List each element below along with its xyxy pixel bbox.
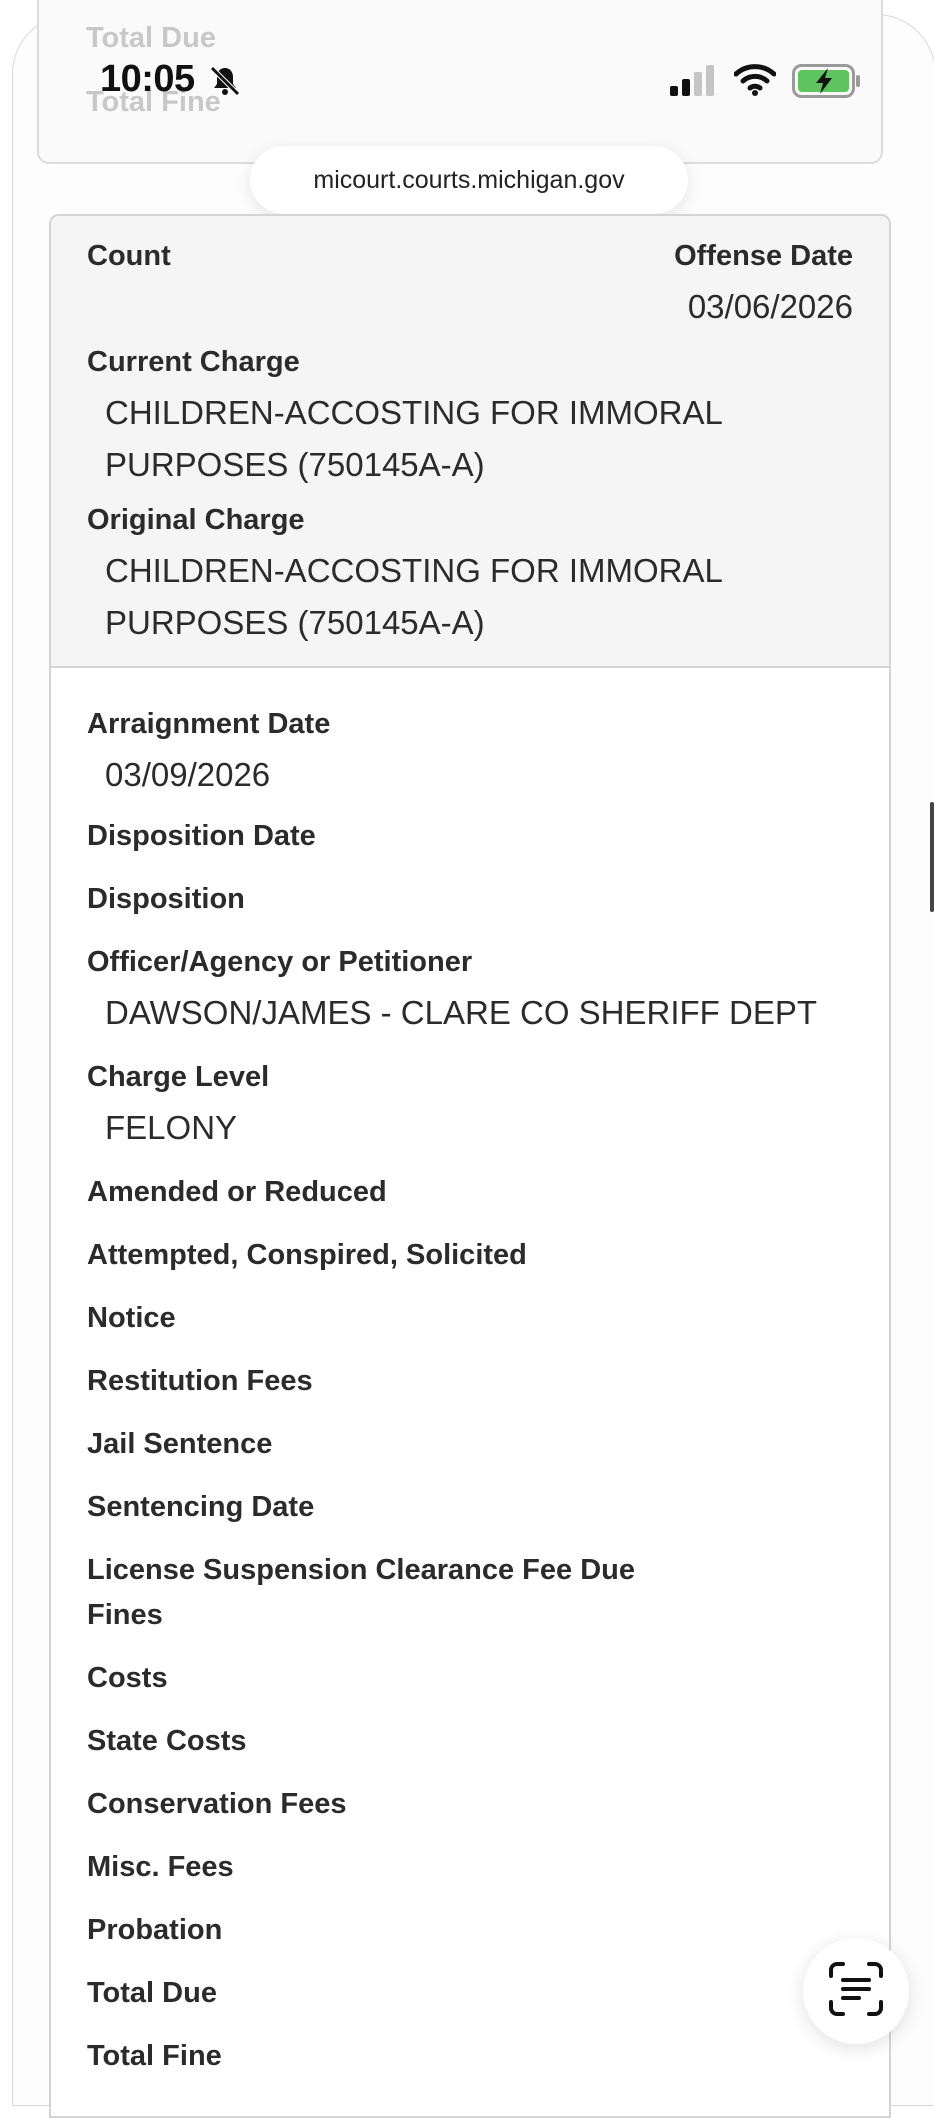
offense-date-label: Offense Date: [674, 240, 853, 272]
count-label: Count: [87, 240, 171, 272]
text-scan-icon: [827, 1960, 885, 2023]
total-due-label: Total Due: [87, 1977, 217, 2009]
current-charge-label: Current Charge: [87, 346, 300, 378]
charge-level-value: FELONY: [105, 1109, 238, 1146]
signal-icon: [668, 64, 716, 101]
license-fee-label: License Suspension Clearance Fee Due: [87, 1554, 635, 1586]
restitution-label: Restitution Fees: [87, 1365, 313, 1397]
wifi-icon: [733, 62, 777, 101]
current-charge-line2: PURPOSES (750145A-A): [105, 446, 485, 483]
original-charge-label: Original Charge: [87, 504, 305, 536]
disposition-label: Disposition: [87, 883, 245, 915]
total-fine-label: Total Fine: [87, 2040, 222, 2072]
disposition-date-label: Disposition Date: [87, 820, 316, 852]
status-time: 10:05: [100, 58, 195, 100]
officer-value: DAWSON/JAMES - CLARE CO SHERIFF DEPT: [105, 994, 818, 1031]
battery-charging-icon: [792, 64, 862, 103]
status-bar: 10:05: [0, 0, 934, 130]
charge-card: Count Offense Date 03/06/2026 Current Ch…: [49, 214, 891, 2118]
offense-date-value: 03/06/2026: [687, 288, 853, 325]
attempted-label: Attempted, Conspired, Solicited: [87, 1239, 527, 1271]
live-text-scan-button[interactable]: [803, 1938, 909, 2044]
original-charge-line2: PURPOSES (750145A-A): [105, 604, 485, 641]
officer-label: Officer/Agency or Petitioner: [87, 946, 473, 978]
state-costs-label: State Costs: [87, 1725, 247, 1757]
scrollbar[interactable]: [930, 802, 934, 912]
arraignment-date-label: Arraignment Date: [87, 708, 331, 740]
jail-sentence-label: Jail Sentence: [87, 1428, 273, 1460]
url-text[interactable]: micourt.courts.michigan.gov: [313, 166, 624, 195]
notice-label: Notice: [87, 1302, 176, 1334]
charge-header: Count Offense Date 03/06/2026 Current Ch…: [51, 216, 889, 668]
charge-level-label: Charge Level: [87, 1061, 270, 1093]
misc-fees-label: Misc. Fees: [87, 1851, 234, 1883]
bell-slash-icon: [208, 64, 242, 103]
arraignment-date-value: 03/09/2026: [105, 756, 271, 793]
original-charge-line1: CHILDREN-ACCOSTING FOR IMMORAL: [105, 552, 723, 589]
probation-label: Probation: [87, 1914, 223, 1946]
fines-label: Fines: [87, 1599, 163, 1631]
amended-label: Amended or Reduced: [87, 1176, 387, 1208]
conservation-fees-label: Conservation Fees: [87, 1788, 347, 1820]
costs-label: Costs: [87, 1662, 168, 1694]
current-charge-line1: CHILDREN-ACCOSTING FOR IMMORAL: [105, 394, 723, 431]
address-bar[interactable]: micourt.courts.michigan.gov: [250, 146, 688, 214]
sentencing-date-label: Sentencing Date: [87, 1491, 315, 1523]
